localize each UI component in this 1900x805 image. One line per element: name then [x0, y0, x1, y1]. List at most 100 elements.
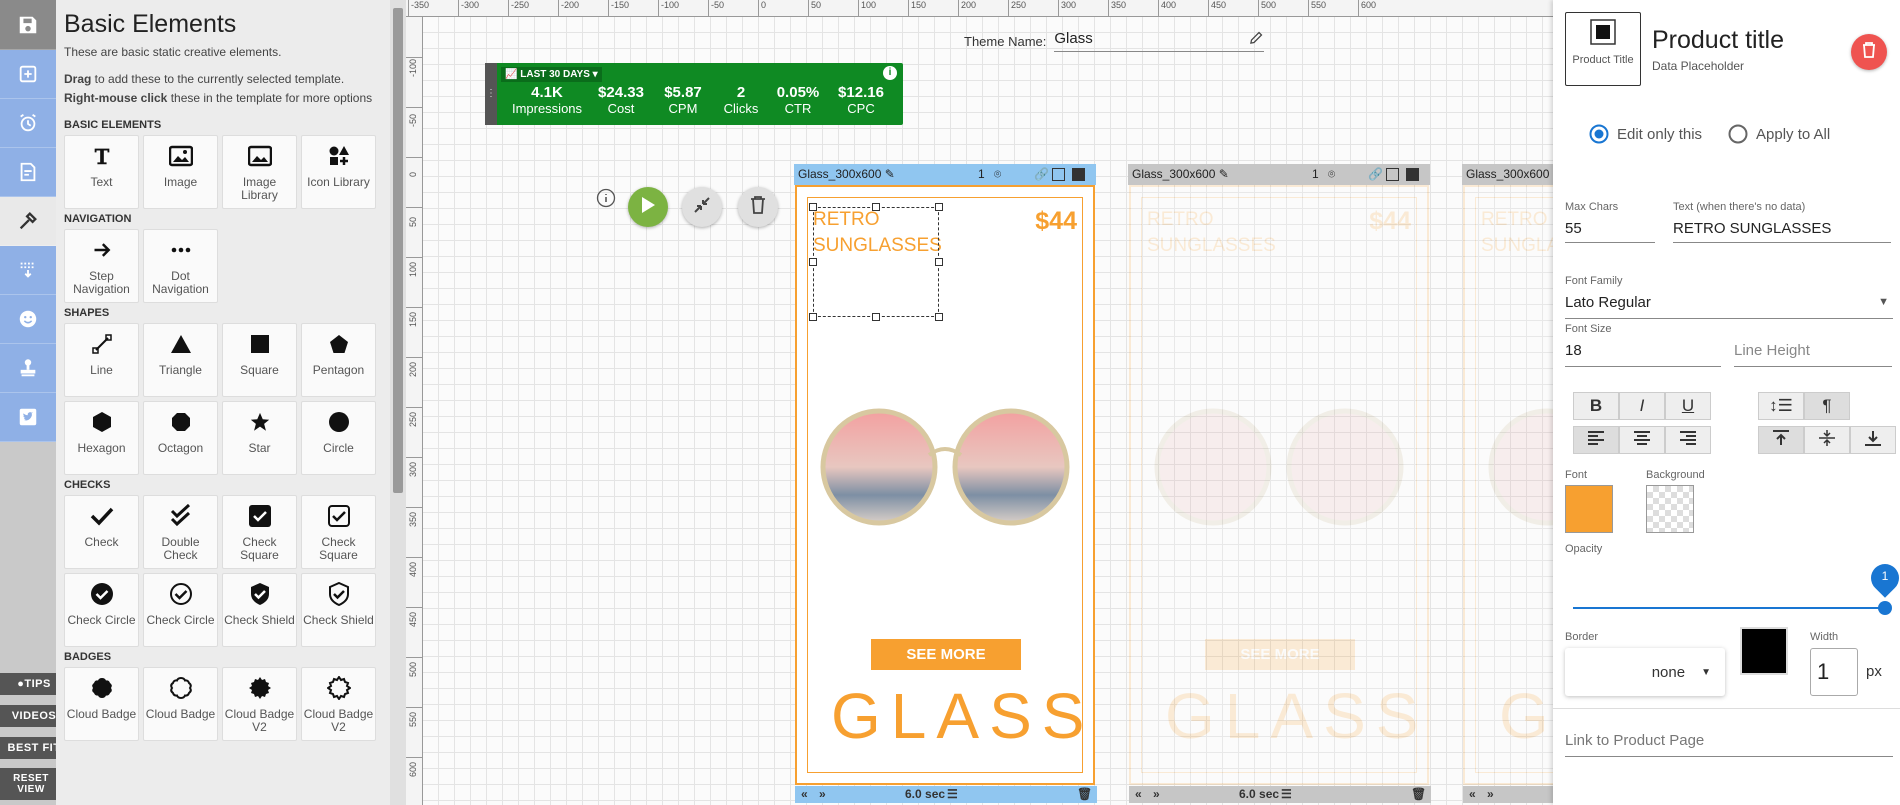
stamp-icon[interactable]	[0, 344, 56, 393]
panel-scrollbar-thumb[interactable]	[393, 8, 403, 493]
focus-icon[interactable]: ⌾	[1328, 164, 1335, 185]
rewind-icon[interactable]: «	[1135, 786, 1142, 803]
resize-handle[interactable]	[872, 313, 880, 321]
border-color-swatch[interactable]	[1740, 627, 1788, 675]
resize-handle[interactable]	[809, 203, 817, 211]
price-text[interactable]: $44	[1035, 207, 1077, 236]
check-square-filled-element[interactable]: Check Square	[222, 495, 297, 569]
octagon-element[interactable]: Octagon	[143, 401, 218, 475]
circle-element[interactable]: Circle	[301, 401, 376, 475]
price-text[interactable]: $44	[1369, 207, 1411, 236]
resize-handle[interactable]	[809, 313, 817, 321]
delete-button[interactable]	[738, 187, 778, 227]
cloud-badge-v2-filled-element[interactable]: Cloud Badge V2	[222, 667, 297, 741]
selection-box[interactable]	[813, 207, 939, 317]
rewind-icon[interactable]: «	[801, 786, 808, 803]
product-title-text[interactable]: RETRO SUNGLASSES	[1147, 207, 1276, 259]
add-template-icon[interactable]	[0, 50, 56, 99]
border-width-input[interactable]: 1	[1810, 648, 1858, 696]
icon-library-element[interactable]: Icon Library	[301, 135, 376, 209]
frame-header[interactable]: Glass_300x600 ✎ 1 ⌾ 🔗	[1128, 164, 1430, 185]
reset-view-button[interactable]: RESET VIEW	[0, 768, 62, 800]
resize-handle[interactable]	[809, 258, 817, 266]
double-check-element[interactable]: Double Check	[143, 495, 218, 569]
resize-handle[interactable]	[935, 313, 943, 321]
collapse-button[interactable]	[682, 187, 722, 227]
check-shield-outline-element[interactable]: Check Shield	[301, 573, 376, 647]
forward-icon[interactable]: »	[1487, 786, 1494, 803]
delete-element-button[interactable]	[1851, 34, 1887, 70]
apply-to-all-radio[interactable]: Apply to All	[1728, 124, 1830, 144]
resize-handle[interactable]	[935, 203, 943, 211]
align-center-button[interactable]	[1619, 426, 1665, 454]
underline-button[interactable]: U	[1665, 392, 1711, 420]
valign-middle-button[interactable]	[1804, 426, 1850, 454]
font-family-select[interactable]: Lato Regular ▼	[1565, 294, 1893, 311]
ad-frame-2[interactable]: RETRO SUNGLASSES $44 SEE MORE GLASS	[1129, 185, 1429, 785]
star-element[interactable]: Star	[222, 401, 297, 475]
data-feed-icon[interactable]	[0, 246, 56, 295]
hexagon-element[interactable]: Hexagon	[64, 401, 139, 475]
ad-frame-1[interactable]: RETRO SUNGLASSES $44 SEE MORE GLASS	[795, 185, 1095, 785]
text-default-input[interactable]: RETRO SUNGLASSES	[1673, 220, 1831, 237]
outline-square-icon[interactable]	[1386, 168, 1399, 181]
opacity-slider-track[interactable]	[1573, 607, 1885, 609]
check-circle-filled-element[interactable]: Check Circle	[64, 573, 139, 647]
theme-name-input[interactable]: Glass	[1054, 30, 1265, 52]
editor-canvas[interactable]: -350 -300 -250 -200 -150 -100 -50 0 50 100 150 200 2…	[406, 0, 1553, 805]
edit-only-this-radio[interactable]: Edit only this	[1589, 124, 1702, 144]
product-link-input[interactable]: Link to Product Page	[1565, 732, 1704, 749]
see-more-button[interactable]: SEE MORE	[871, 639, 1021, 670]
save-icon[interactable]	[0, 0, 56, 50]
drag-handle-icon[interactable]: ⋮	[485, 63, 497, 125]
valign-top-button[interactable]	[1758, 426, 1804, 454]
bold-button[interactable]: B	[1573, 392, 1619, 420]
settings-sliders-icon[interactable]: ☰	[1281, 786, 1292, 803]
cloud-badge-outline-element[interactable]: Cloud Badge	[143, 667, 218, 741]
opacity-slider-thumb[interactable]	[1878, 601, 1892, 615]
paragraph-button[interactable]: ¶	[1804, 392, 1850, 420]
image-library-element[interactable]: Image Library	[222, 135, 297, 209]
ad-frame-3[interactable]: RETRO SUNGLA G	[1463, 185, 1553, 785]
date-range-dropdown[interactable]: 📈 LAST 30 DAYS ▾	[501, 67, 602, 82]
filled-square-icon[interactable]	[1072, 168, 1085, 181]
cloud-badge-v2-outline-element[interactable]: Cloud Badge V2	[301, 667, 376, 741]
frame-header[interactable]: Glass_300x600	[1462, 164, 1553, 185]
pencil-icon[interactable]	[1249, 30, 1264, 49]
italic-button[interactable]: I	[1619, 392, 1665, 420]
valign-bottom-button[interactable]	[1850, 426, 1896, 454]
settings-sliders-icon[interactable]: ☰	[947, 786, 958, 803]
check-shield-filled-element[interactable]: Check Shield	[222, 573, 297, 647]
sunglasses-image[interactable]	[1151, 407, 1407, 527]
pencil-icon[interactable]: ✎	[1219, 167, 1229, 181]
pencil-icon[interactable]: ✎	[885, 167, 895, 181]
product-title-text[interactable]: RETRO SUNGLA	[1481, 207, 1553, 259]
resize-handle[interactable]	[872, 203, 880, 211]
align-right-button[interactable]	[1665, 426, 1711, 454]
link-icon[interactable]: 🔗	[1034, 164, 1049, 185]
glass-logo[interactable]: G	[1499, 679, 1553, 753]
play-button[interactable]	[628, 187, 668, 227]
info-icon[interactable]: i	[883, 66, 897, 80]
triangle-element[interactable]: Triangle	[143, 323, 218, 397]
sunglasses-image[interactable]	[817, 407, 1073, 527]
tools-icon[interactable]	[0, 197, 56, 246]
square-element[interactable]: Square	[222, 323, 297, 397]
line-spacing-button[interactable]: ↕☰	[1758, 392, 1804, 420]
resize-handle[interactable]	[935, 258, 943, 266]
border-style-select[interactable]: none ▼	[1565, 648, 1725, 696]
sunglasses-image[interactable]	[1485, 407, 1553, 527]
link-icon[interactable]: 🔗	[1368, 164, 1383, 185]
twitter-icon[interactable]	[0, 393, 56, 442]
glass-logo[interactable]: GLASS	[831, 679, 1084, 753]
check-circle-outline-element[interactable]: Check Circle	[143, 573, 218, 647]
pentagon-element[interactable]: Pentagon	[301, 323, 376, 397]
background-color-swatch[interactable]	[1646, 485, 1694, 533]
frame-header-selected[interactable]: Glass_300x600 ✎ 1 ⌾ 🔗	[794, 164, 1096, 185]
focus-icon[interactable]: ⌾	[994, 164, 1001, 185]
document-edit-icon[interactable]	[0, 148, 56, 197]
info-circle-icon[interactable]	[596, 188, 616, 213]
max-chars-input[interactable]: 55	[1565, 220, 1582, 237]
font-color-swatch[interactable]	[1565, 485, 1613, 533]
dot-navigation-element[interactable]: Dot Navigation	[143, 229, 218, 303]
